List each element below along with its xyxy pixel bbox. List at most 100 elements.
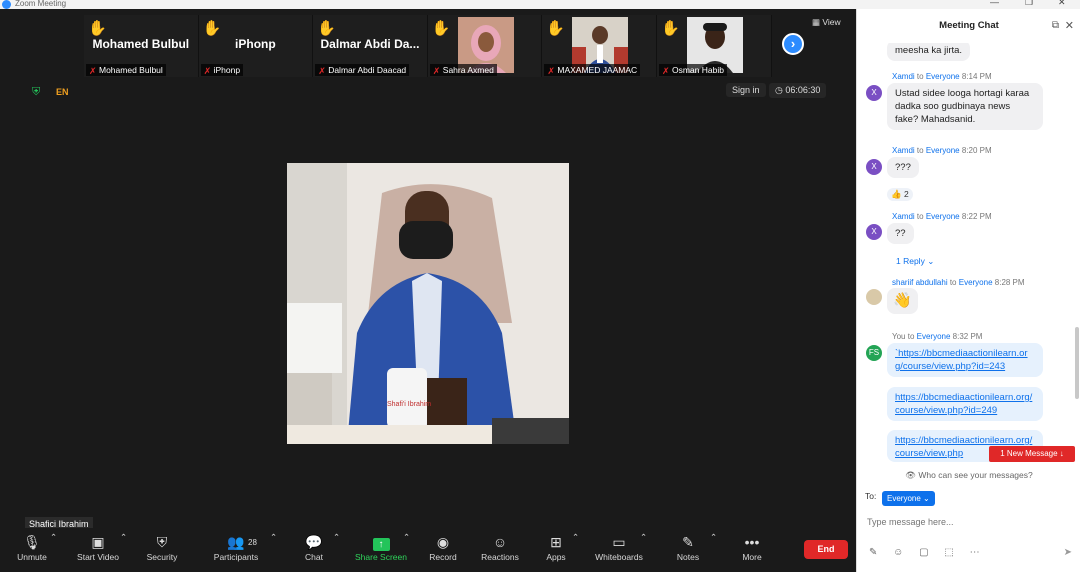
chat-button[interactable]: 💬 Chat — [300, 532, 328, 562]
video-options-caret[interactable]: ⌃ — [120, 532, 127, 543]
participant-display-name: Dalmar Abdi Da... — [320, 37, 420, 51]
chat-message-list[interactable]: meesha ka jirta. Xamdi to Everyone 8:14 … — [857, 43, 1075, 465]
minimize-button[interactable]: — — [990, 0, 999, 7]
who-can-see-link[interactable]: 👁 Who can see your messages? — [857, 470, 1080, 481]
chat-scrollbar[interactable] — [1075, 327, 1079, 399]
whiteboards-button[interactable]: ▭ Whiteboards — [592, 532, 646, 562]
reaction-badge[interactable]: 👍 2 — [887, 188, 913, 201]
sign-in-button[interactable]: Sign in — [726, 83, 766, 97]
clock-icon: ◷ — [775, 85, 786, 95]
message-meta: Xamdi to Everyone 8:20 PM — [892, 146, 992, 155]
chat-input[interactable] — [867, 514, 1071, 530]
participant-tile[interactable]: ✋ Mohamed Bulbul ✗ Mohamed Bulbul — [84, 15, 199, 77]
participant-strip: ✋ Mohamed Bulbul ✗ Mohamed Bulbul ✋ iPhon… — [84, 15, 772, 77]
raised-hand-icon: ✋ — [88, 20, 107, 37]
chat-message: meesha ka jirta. — [887, 43, 971, 61]
participants-button[interactable]: 👥 Participants — [210, 532, 262, 562]
reactions-button[interactable]: ☺ Reactions — [478, 532, 522, 562]
chevron-down-icon: ⌄ — [927, 256, 935, 266]
meeting-stage: ✋ Mohamed Bulbul ✗ Mohamed Bulbul ✋ iPhon… — [0, 9, 856, 531]
share-caret[interactable]: ⌃ — [403, 532, 410, 543]
close-chat-icon[interactable]: ✕ — [1065, 9, 1074, 43]
avatar: X — [866, 224, 882, 240]
maximize-button[interactable]: ❐ — [1025, 0, 1033, 7]
whiteboards-caret[interactable]: ⌃ — [640, 532, 647, 543]
apps-caret[interactable]: ⌃ — [572, 532, 579, 543]
screenshot-icon[interactable]: ⬚ — [944, 547, 953, 558]
chat-toolbar: ✎ ☺ ▢ ⬚ ⋯ — [869, 547, 993, 558]
participant-tile[interactable]: ✋ ✗ Sahra Axmed — [427, 15, 543, 77]
participant-tile[interactable]: ✋ ✗ MAXAMED JAAMAC — [542, 15, 657, 77]
share-screen-button[interactable]: ↑ Share Screen — [352, 532, 410, 562]
format-icon[interactable]: ✎ — [869, 547, 877, 558]
apps-icon: ⊞ — [550, 534, 562, 550]
muted-mic-icon: ✗ — [432, 66, 441, 76]
notes-button[interactable]: ✎ Notes — [674, 532, 702, 562]
meeting-chat-panel: Meeting Chat ⧉ ✕ meesha ka jirta. Xamdi … — [856, 9, 1080, 572]
unmute-button[interactable]: 🎙 Unmute — [14, 532, 50, 562]
chat-message: ?? — [887, 223, 914, 244]
view-button[interactable]: ▦ View — [812, 17, 841, 28]
chat-bubble-icon: 💬 — [305, 534, 323, 550]
start-video-button[interactable]: ▣ Start Video — [74, 532, 122, 562]
chat-link[interactable]: https://bbcmediaactionilearn.org/course/… — [895, 392, 1032, 416]
arrow-down-icon: ↓ — [1059, 449, 1064, 458]
muted-mic-icon: ✗ — [547, 66, 555, 76]
security-shield-icon[interactable]: ⛨ — [32, 86, 44, 98]
language-indicator[interactable]: EN — [56, 87, 69, 97]
participant-label: ✗ iPhonp — [200, 64, 244, 76]
zoom-logo-icon — [2, 0, 11, 9]
avatar: X — [866, 85, 882, 101]
raised-hand-icon: ✋ — [317, 20, 336, 37]
apps-button[interactable]: ⊞ Apps — [542, 532, 570, 562]
audio-options-caret[interactable]: ⌃ — [50, 532, 57, 543]
muted-mic-icon: ✗ — [661, 66, 670, 76]
muted-mic-icon: ✗ — [89, 66, 97, 76]
chat-message: https://bbcmediaactionilearn.org/course/… — [887, 387, 1043, 421]
file-icon[interactable]: ▢ — [919, 547, 928, 558]
muted-mic-icon: ✗ — [318, 66, 326, 76]
video-off-icon: ▣ — [91, 534, 105, 550]
chat-link[interactable]: `https://bbcmediaactionilearn.org/course… — [895, 348, 1028, 372]
emoji-icon[interactable]: ☺ — [893, 547, 903, 558]
participant-label: ✗ Mohamed Bulbul — [86, 64, 166, 76]
participant-display-name: Mohamed Bulbul — [92, 37, 190, 51]
participant-tile[interactable]: ✋ Dalmar Abdi Da... ✗ Dalmar Abdi Daacad — [313, 15, 428, 77]
meeting-timer: ◷ 06:06:30 — [769, 83, 827, 98]
record-icon: ◉ — [436, 534, 450, 550]
recipient-dropdown[interactable]: Everyone ⌄ — [882, 491, 935, 506]
chat-caret[interactable]: ⌃ — [333, 532, 340, 543]
new-message-button[interactable]: 1 New Message ↓ — [989, 446, 1075, 462]
participants-caret[interactable]: ⌃ — [270, 532, 277, 543]
message-meta: Xamdi to Everyone 8:22 PM — [892, 212, 992, 221]
pop-out-icon[interactable]: ⧉ — [1052, 9, 1059, 43]
close-window-button[interactable]: ✕ — [1058, 0, 1066, 7]
notes-caret[interactable]: ⌃ — [710, 532, 717, 543]
send-icon[interactable]: ➤ — [1064, 547, 1072, 558]
mug-text: Shafi'i Ibrahim — [387, 401, 432, 408]
chat-header: Meeting Chat ⧉ ✕ — [857, 9, 1080, 43]
participant-label: ✗ Osman Habib — [658, 64, 727, 76]
security-button[interactable]: ⛨ Security — [143, 532, 181, 562]
to-label: To: — [865, 491, 877, 501]
end-meeting-button[interactable]: End — [804, 540, 848, 559]
grid-icon: ▦ — [812, 17, 823, 27]
record-button[interactable]: ◉ Record — [427, 532, 459, 562]
participant-tile[interactable]: ✋ iPhonp ✗ iPhonp — [198, 15, 314, 77]
participant-tile[interactable]: ✋ ✗ Osman Habib — [656, 15, 772, 77]
participant-label: ✗ MAXAMED JAAMAC — [544, 64, 641, 76]
smiley-plus-icon: ☺ — [492, 534, 508, 550]
raised-hand-icon: ✋ — [202, 20, 222, 37]
eye-icon: 👁 — [905, 470, 919, 480]
chat-message: ??? — [887, 157, 919, 178]
more-options-icon[interactable]: ⋯ — [970, 547, 980, 558]
participant-display-name: iPhonp — [235, 37, 276, 51]
chat-message: 👋 — [887, 288, 918, 314]
participants-count: 28 — [248, 538, 257, 547]
message-meta: Xamdi to Everyone 8:14 PM — [892, 72, 992, 81]
meeting-toolbar: 🎙 Unmute ⌃ ▣ Start Video ⌃ ⛨ Security 👥 Part… — [0, 528, 856, 572]
more-button[interactable]: ••• More — [738, 532, 766, 562]
reply-thread-link[interactable]: 1 Reply ⌄ — [896, 256, 934, 267]
chevron-down-icon: ⌄ — [923, 494, 930, 503]
next-page-button[interactable]: › — [782, 33, 804, 55]
